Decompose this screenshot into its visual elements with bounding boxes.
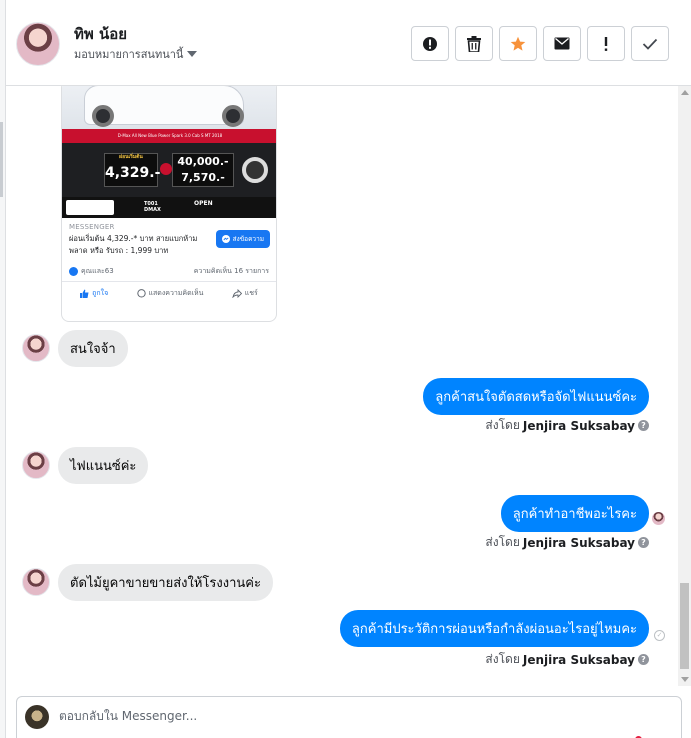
assign-label: มอบหมายการสนทนานี้ xyxy=(74,48,184,61)
ad-comment-button[interactable]: แสดงความคิดเห็น xyxy=(136,288,203,299)
ad-like-button[interactable]: ถูกใจ xyxy=(80,288,108,299)
star-button[interactable] xyxy=(499,26,537,61)
ad-model-code: T001 DMAX xyxy=(144,201,161,213)
caret-down-icon xyxy=(187,51,198,57)
sent-by-prefix: ส่งโดย xyxy=(485,535,520,549)
message-bubble-incoming[interactable]: ไฟแนนซ์ค่ะ xyxy=(58,447,149,484)
contact-name[interactable]: ทิพ น้อย xyxy=(74,22,127,46)
ad-share-button[interactable]: แชร์ xyxy=(232,288,258,299)
alert-circle-icon xyxy=(423,36,437,51)
ad-price-monthly: 4,329.- xyxy=(105,165,161,181)
contact-avatar[interactable] xyxy=(16,22,60,66)
scroll-down-icon[interactable] xyxy=(681,677,689,682)
question-icon[interactable]: ? xyxy=(638,654,649,665)
sent-by-line: ส่งโดย Jenjira Suksabay ? xyxy=(485,416,649,435)
mark-done-button[interactable] xyxy=(631,26,669,61)
message-bubble-incoming[interactable]: สนใจจ้า xyxy=(58,330,128,367)
comment-icon xyxy=(136,289,146,298)
ad-banner-headline: D-Max All New Blue Power Spark 3.0 Cab S… xyxy=(62,129,276,143)
car-wheel xyxy=(222,105,244,127)
message-bubble-outgoing[interactable]: ลูกค้าสนใจตัดสดหรือจัดไฟแนนซ์คะ xyxy=(423,378,649,415)
sender-avatar[interactable] xyxy=(22,568,50,596)
ad-price-alt: 7,570.- xyxy=(181,171,225,184)
car-wheel-detail xyxy=(242,157,268,183)
ad-or-circle xyxy=(160,163,172,175)
header-actions xyxy=(411,26,669,61)
sent-by-prefix: ส่งโดย xyxy=(485,652,520,666)
sender-avatar[interactable] xyxy=(22,451,50,479)
message-bubble-outgoing[interactable]: ลูกค้ามีประวัติการผ่อนหรือกำลังผ่อนอะไรอ… xyxy=(339,610,649,647)
ad-meta: MESSENGER ผ่อนเริ่มต้น 4,329.-* บาท สายแ… xyxy=(62,218,276,262)
seen-avatar xyxy=(652,512,665,525)
trash-icon xyxy=(467,35,481,52)
ad-actions: ถูกใจ แสดงความคิดเห็น แชร์ xyxy=(62,282,276,305)
reply-input[interactable] xyxy=(59,709,619,723)
star-icon xyxy=(510,36,526,51)
ad-footer-band: T001 DMAX OPEN xyxy=(62,197,276,218)
ad-image[interactable]: D-Max All New Blue Power Spark 3.0 Cab S… xyxy=(62,86,276,218)
ad-likes[interactable]: คุณและ63 xyxy=(69,266,114,277)
ad-text: ผ่อนเริ่มต้น 4,329.-* บาท สายแบกห้ามพลาด… xyxy=(69,234,198,255)
message-thread[interactable]: D-Max All New Blue Power Spark 3.0 Cab S… xyxy=(6,86,678,686)
share-icon xyxy=(232,289,242,298)
mark-spam-button[interactable] xyxy=(587,26,625,61)
message-bubble-incoming[interactable]: ตัดไม้ยูคาขายขายส่งให้โรงงานค่ะ xyxy=(58,564,273,601)
thumbs-up-icon xyxy=(80,289,89,298)
ad-price-monthly-box: ผ่อนเริ่มต้น 4,329.- xyxy=(104,153,161,187)
question-icon[interactable]: ? xyxy=(638,537,649,548)
ad-open-label: OPEN xyxy=(194,200,213,207)
reply-composer[interactable] xyxy=(16,696,682,738)
scroll-thumb[interactable] xyxy=(680,583,689,669)
sent-by-name: Jenjira Suksabay xyxy=(522,418,635,433)
sent-by-prefix: ส่งโดย xyxy=(485,418,520,432)
left-scroll-thumb[interactable] xyxy=(0,122,3,197)
ad-send-label: ส่งข้อความ xyxy=(232,235,264,243)
question-icon[interactable]: ? xyxy=(638,420,649,431)
ad-price-down: 40,000.- xyxy=(177,155,229,168)
messenger-icon xyxy=(221,235,230,243)
sent-check-icon: ✓ xyxy=(654,630,665,641)
dealer-logo xyxy=(66,200,114,215)
sent-by-line: ส่งโดย Jenjira Suksabay ? xyxy=(485,533,649,552)
ad-price-note: ผ่อนเริ่มต้น xyxy=(119,154,143,160)
scroll-up-icon[interactable] xyxy=(681,90,689,95)
mark-unread-button[interactable] xyxy=(543,26,581,61)
ad-stats: คุณและ63 ความคิดเห็น 16 รายการ xyxy=(62,262,276,282)
message-bubble-outgoing[interactable]: ลูกค้าทำอาชีพอะไรคะ xyxy=(500,495,649,532)
check-icon xyxy=(642,38,658,50)
ad-card[interactable]: D-Max All New Blue Power Spark 3.0 Cab S… xyxy=(61,86,277,322)
sent-by-name: Jenjira Suksabay xyxy=(522,535,635,550)
thread-scrollbar[interactable] xyxy=(678,86,691,686)
sent-by-name: Jenjira Suksabay xyxy=(522,652,635,667)
conversation-header: ทิพ น้อย มอบหมายการสนทนานี้ xyxy=(6,0,691,86)
ad-send-message-button[interactable]: ส่งข้อความ xyxy=(215,230,270,248)
sender-avatar[interactable] xyxy=(22,334,50,362)
like-reaction-icon xyxy=(69,267,78,276)
delete-button[interactable] xyxy=(455,26,493,61)
follow-up-button[interactable] xyxy=(411,26,449,61)
exclamation-icon xyxy=(604,36,608,51)
assign-conversation-dropdown[interactable]: มอบหมายการสนทนานี้ xyxy=(74,45,198,63)
ad-price-down-box: 40,000.- 7,570.- xyxy=(172,153,234,187)
car-wheel xyxy=(92,105,114,127)
page-avatar xyxy=(25,705,49,729)
ad-comments-count[interactable]: ความคิดเห็น 16 รายการ xyxy=(194,266,269,277)
sent-by-line: ส่งโดย Jenjira Suksabay ? xyxy=(485,650,649,669)
envelope-icon xyxy=(554,37,570,50)
